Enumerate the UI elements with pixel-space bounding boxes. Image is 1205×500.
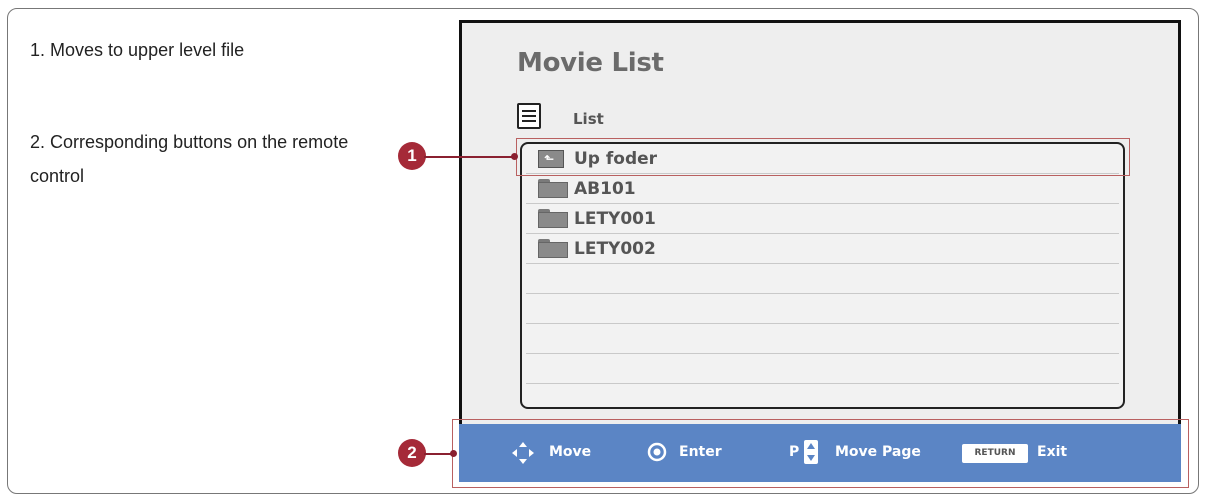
empty-row — [526, 264, 1119, 294]
empty-row — [526, 294, 1119, 324]
list-item-label: AB101 — [574, 179, 636, 199]
callout-2-dot — [450, 450, 457, 457]
list-item-label: LETY002 — [574, 239, 656, 259]
page-title: Movie List — [517, 48, 664, 78]
empty-row — [526, 324, 1119, 354]
list-label: List — [573, 110, 604, 128]
folder-icon — [538, 209, 568, 228]
highlight-up-folder — [516, 138, 1130, 176]
list-item[interactable]: LETY002 — [526, 234, 1119, 264]
folder-icon — [538, 239, 568, 258]
callout-1: 1 — [398, 142, 426, 170]
list-icon — [517, 103, 541, 129]
callout-1-line — [424, 156, 516, 158]
note-remote-buttons: 2. Corresponding buttons on the remote c… — [30, 132, 349, 186]
folder-icon — [538, 179, 568, 198]
note-upper-level: 1. Moves to upper level file — [30, 40, 245, 60]
empty-row — [526, 354, 1119, 384]
list-item[interactable]: LETY001 — [526, 204, 1119, 234]
callout-1-dot — [511, 153, 518, 160]
callout-2: 2 — [398, 439, 426, 467]
empty-row — [526, 384, 1119, 407]
list-item-label: LETY001 — [574, 209, 656, 229]
list-item[interactable]: AB101 — [526, 174, 1119, 204]
highlight-control-bar — [452, 419, 1189, 488]
file-list: ⬑ Up foder AB101 LETY001 LETY002 — [520, 142, 1125, 409]
